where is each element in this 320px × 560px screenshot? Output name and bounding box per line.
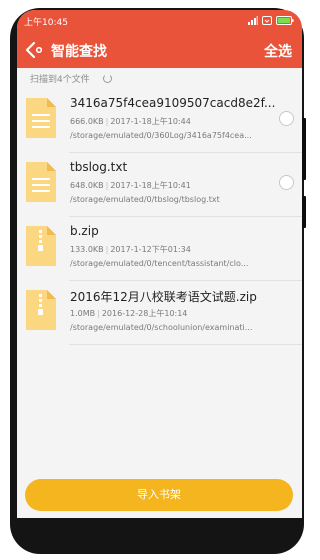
wifi-icon (262, 15, 272, 25)
meta-separator: | (97, 309, 100, 318)
file-item[interactable]: 3416a75f4cea9109507cacd8e2f... 666.0KB | 2… (17, 89, 302, 153)
file-item[interactable]: tbslog.txt 648.0KB | 2017-1-18上午10:41 /sto… (17, 153, 302, 217)
file-date: 2017-1-18上午10:44 (110, 117, 191, 126)
meta-separator: | (105, 117, 109, 126)
file-meta: 648.0KB | 2017-1-18上午10:41 (70, 180, 290, 191)
status-bar: 上午10:45 (17, 10, 302, 32)
file-path: /storage/emulated/0/360Log/3416a75f4cea.… (70, 131, 252, 140)
file-size: 666.0KB (70, 117, 104, 126)
battery-icon (276, 15, 294, 25)
file-date: 2017-1-12下午01:34 (110, 245, 191, 254)
back-button[interactable] (23, 39, 45, 61)
volume-button (302, 118, 306, 180)
file-path: /storage/emulated/0/tencent/tassistant/c… (70, 259, 249, 268)
file-path: /storage/emulated/0/schoolunion/examinat… (70, 323, 253, 332)
file-size: 133.0KB (70, 245, 104, 254)
select-checkbox[interactable] (279, 111, 294, 126)
select-all-button[interactable]: 全选 (264, 41, 292, 61)
file-path: /storage/emulated/0/tbslog/tbslog.txt (70, 195, 220, 204)
file-item[interactable]: b.zip 133.0KB | 2017-1-12下午01:34 /storage/… (17, 217, 302, 281)
file-date: 2016-12-28上午10:14 (101, 309, 188, 318)
file-meta: 133.0KB | 2017-1-12下午01:34 (70, 244, 290, 255)
file-item[interactable]: 2016年12月八校联考语文试题.zip 1.0MB | 2016-12-28上午1… (17, 281, 302, 345)
file-name: tbslog.txt (70, 160, 128, 174)
doc-icon (26, 98, 56, 138)
back-arrow-icon (25, 41, 43, 59)
app-header: 智能查找 全选 (17, 32, 302, 68)
app-screen: 上午10:45 智能查找 全选 扫描到4个文件 3416a75f4cea9109… (17, 10, 302, 518)
zip-icon (26, 290, 56, 330)
select-checkbox[interactable] (279, 175, 294, 190)
file-meta: 666.0KB | 2017-1-18上午10:44 (70, 116, 290, 127)
status-icons (248, 15, 294, 25)
file-name: b.zip (70, 224, 99, 238)
file-list: 3416a75f4cea9109507cacd8e2f... 666.0KB | 2… (17, 89, 302, 345)
file-size: 648.0KB (70, 181, 104, 190)
page-title: 智能查找 (51, 44, 107, 60)
divider (69, 344, 302, 345)
file-date: 2017-1-18上午10:41 (110, 181, 191, 190)
file-name: 2016年12月八校联考语文试题.zip (70, 290, 257, 304)
scan-count-text: 扫描到4个文件 (30, 75, 90, 85)
meta-separator: | (105, 181, 109, 190)
doc-icon (26, 162, 56, 202)
loading-spinner-icon (103, 74, 112, 83)
import-to-bookshelf-button[interactable]: 导入书架 (25, 479, 293, 511)
meta-separator: | (105, 245, 109, 254)
file-size: 1.0MB (70, 309, 96, 318)
file-meta: 1.0MB | 2016-12-28上午10:14 (70, 308, 290, 319)
power-button (302, 196, 306, 228)
file-name: 3416a75f4cea9109507cacd8e2f... (70, 96, 276, 110)
signal-icon (248, 15, 258, 25)
scan-status: 扫描到4个文件 (17, 68, 302, 88)
zip-icon (26, 226, 56, 266)
status-time: 上午10:45 (24, 18, 68, 28)
